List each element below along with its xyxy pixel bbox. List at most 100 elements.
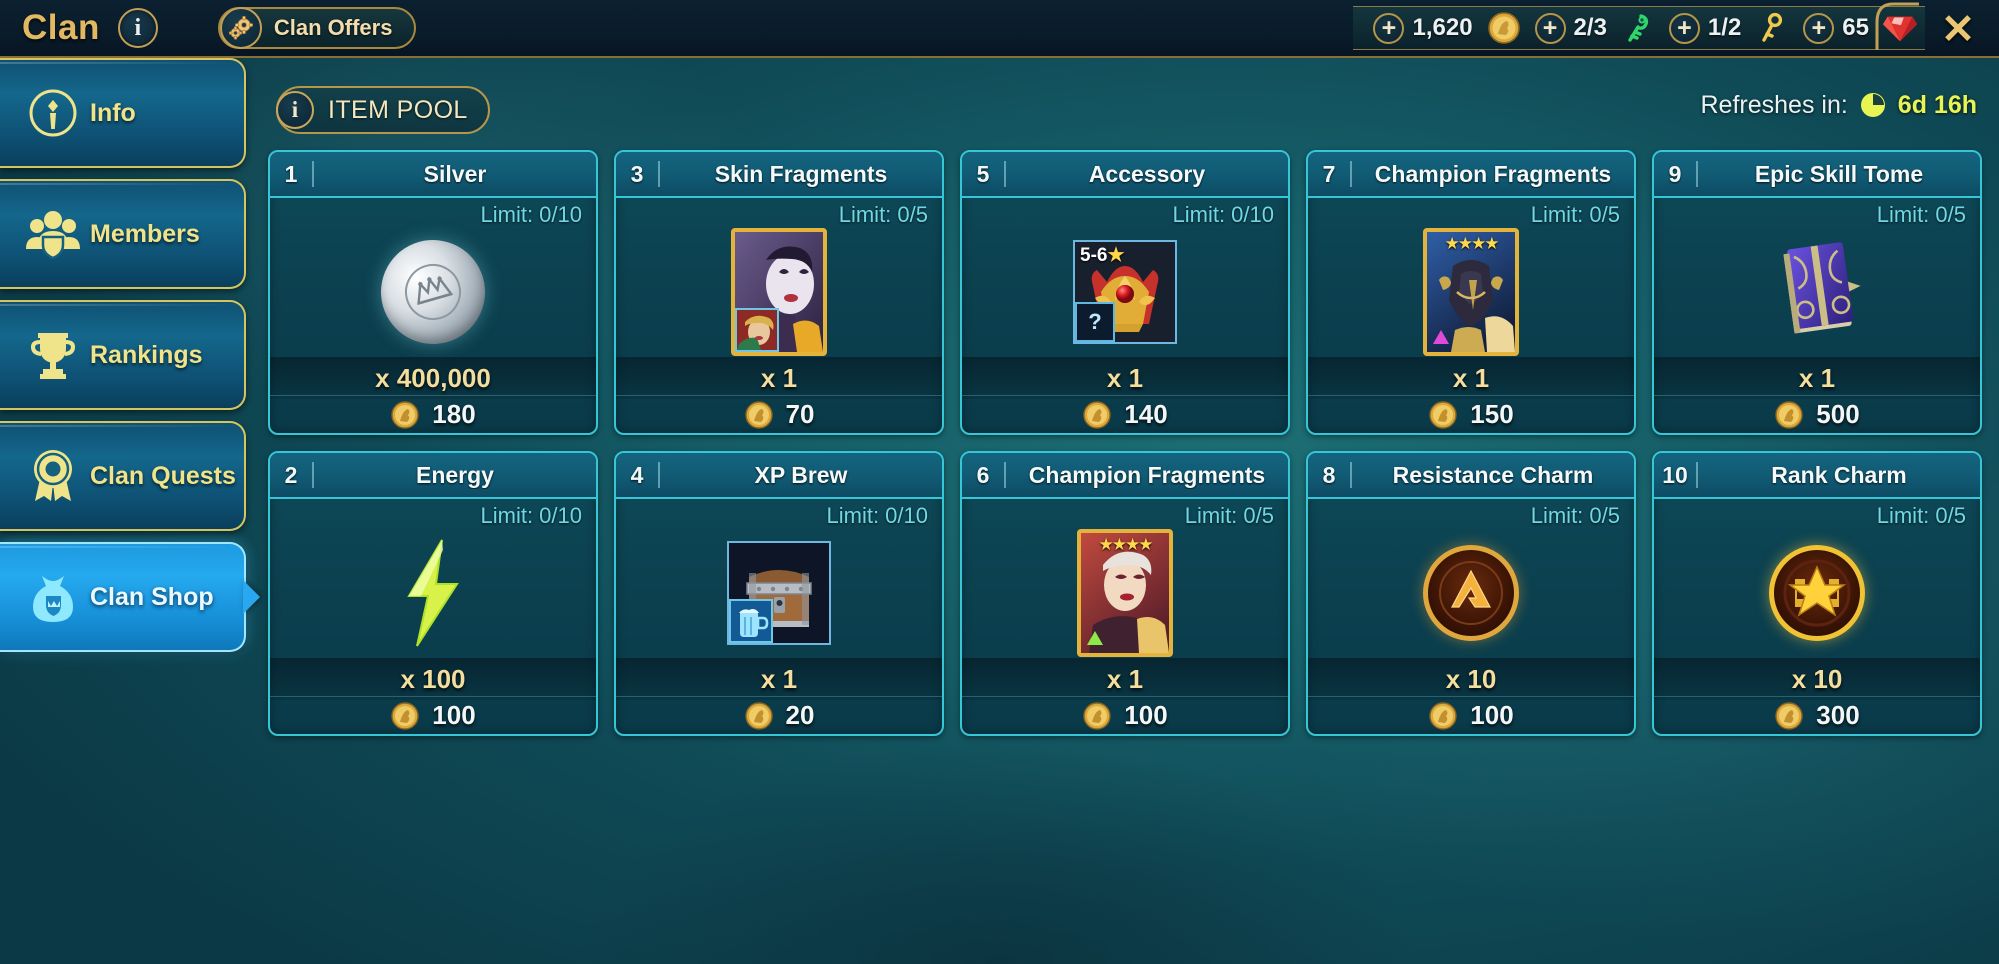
- card-art: 5-6★ ?: [962, 228, 1288, 356]
- card-limit: Limit: 0/5: [1530, 202, 1620, 227]
- card-art: [616, 228, 942, 356]
- card-number: 9: [1668, 160, 1682, 187]
- card-title: Silver: [423, 160, 487, 187]
- currency-green-key[interactable]: + 2/3: [1529, 6, 1663, 50]
- currency-bar: + 1,620 + 2/3 + 1/2 + 65: [1353, 6, 1925, 50]
- card-number: 2: [284, 461, 298, 488]
- brew-mug-badge: [729, 599, 773, 643]
- price-value: 150: [1470, 399, 1514, 429]
- card-limit: Limit: 0/5: [1876, 503, 1966, 528]
- rank-charm-icon: [1769, 545, 1865, 641]
- clan-coin-icon: [1429, 400, 1457, 429]
- close-icon: ✕: [1940, 5, 1976, 52]
- refresh-timer: Refreshes in: 6d 16h: [1701, 90, 1978, 120]
- price-value: 100: [1124, 700, 1168, 730]
- card-number: 4: [630, 461, 644, 488]
- shop-item-card[interactable]: 5 Accessory Limit: 0/10 5-6★ ? x 1 140: [960, 150, 1290, 435]
- currency-value: 2/3: [1573, 14, 1607, 41]
- card-quantity: x 10: [1654, 658, 1980, 700]
- currency-value: 1,620: [1412, 14, 1473, 41]
- resistance-charm-icon: [1423, 545, 1519, 641]
- card-header: 8 Resistance Charm: [1308, 453, 1634, 499]
- shop-item-card[interactable]: 8 Resistance Charm Limit: 0/5 x 10 100: [1306, 451, 1636, 736]
- gear-icon: [219, 7, 262, 49]
- plus-icon[interactable]: +: [1803, 12, 1835, 44]
- shop-item-card[interactable]: 3 Skin Fragments Limit: 0/5 x 1 70: [614, 150, 944, 435]
- close-button[interactable]: ✕: [1931, 4, 1985, 54]
- card-price: 180: [270, 395, 596, 433]
- card-quantity: x 100: [270, 658, 596, 700]
- shop-item-card[interactable]: 6 Champion Fragments Limit: 0/5 ★★★★ x 1…: [960, 451, 1290, 736]
- shop-item-card[interactable]: 10 Rank Charm Limit: 0/5 x 10 300: [1652, 451, 1982, 736]
- card-price: 500: [1654, 395, 1980, 433]
- shop-item-card[interactable]: 7 Champion Fragments Limit: 0/5 ★★★★ x 1…: [1306, 150, 1636, 435]
- main-content: i ITEM POOL Refreshes in: 6d 16h 1 Silve…: [246, 58, 1999, 964]
- card-limit: Limit: 0/5: [1184, 503, 1274, 528]
- clan-info-icon[interactable]: i: [117, 8, 158, 48]
- card-quantity: x 1: [962, 658, 1288, 700]
- card-price: 100: [270, 696, 596, 734]
- card-art: [616, 529, 942, 657]
- active-pointer: [243, 580, 260, 614]
- currency-clan-coin[interactable]: + 1,620: [1367, 6, 1528, 50]
- plus-icon[interactable]: +: [1534, 12, 1566, 44]
- xp-brew-chest-icon: [727, 541, 831, 645]
- sidebar-item-info[interactable]: Info: [0, 58, 246, 168]
- epic-tome-icon: [1783, 242, 1861, 334]
- card-limit: Limit: 0/5: [838, 202, 928, 227]
- clan-coin-icon: [1429, 701, 1457, 730]
- card-limit: Limit: 0/10: [480, 503, 583, 528]
- card-quantity: x 1: [616, 357, 942, 399]
- price-value: 20: [785, 700, 815, 730]
- card-quantity: x 1: [1308, 357, 1634, 399]
- sidebar: Info Members Rankings Clan Quests Clan S…: [0, 58, 260, 964]
- clan-coin-icon: [391, 400, 419, 429]
- accessory-crown-icon: 5-6★ ?: [1073, 240, 1177, 344]
- top-bar: Clan i Clan Offers + 1,620 + 2/3 + 1/2 +…: [0, 0, 1999, 58]
- plus-icon[interactable]: +: [1668, 12, 1700, 44]
- item-pool-button[interactable]: i ITEM POOL: [276, 86, 490, 134]
- card-price: 100: [962, 696, 1288, 734]
- sidebar-item-clan-quests[interactable]: Clan Quests: [0, 421, 246, 531]
- card-header: 4 XP Brew: [616, 453, 942, 499]
- plus-icon[interactable]: +: [1373, 12, 1405, 44]
- card-art: [1654, 529, 1980, 657]
- clan-coin-icon: [744, 400, 773, 429]
- shop-item-card[interactable]: 1 Silver Limit: 0/10 x 400,000 180: [268, 150, 598, 435]
- clan-offers-button[interactable]: Clan Offers: [217, 7, 417, 49]
- accessory-rarity-label: 5-6★: [1080, 245, 1125, 266]
- card-art: [1308, 529, 1634, 657]
- card-number: 8: [1322, 461, 1336, 488]
- trophy-icon: [16, 327, 90, 383]
- clan-coin-icon: [1775, 701, 1803, 730]
- rarity-stars: ★★★★: [1444, 234, 1500, 253]
- card-title: Rank Charm: [1771, 461, 1907, 488]
- card-limit: Limit: 0/10: [826, 503, 929, 528]
- price-value: 300: [1816, 700, 1860, 730]
- card-price: 100: [1308, 696, 1634, 734]
- sidebar-item-members[interactable]: Members: [0, 179, 246, 289]
- champion-portrait-blue: ★★★★: [1423, 228, 1519, 356]
- card-number: 5: [976, 160, 990, 187]
- card-limit: Limit: 0/5: [1876, 202, 1966, 227]
- currency-gold-key[interactable]: + 1/2: [1663, 6, 1797, 50]
- card-title: XP Brew: [754, 461, 848, 488]
- card-number: 3: [630, 160, 644, 187]
- clan-offers-label: Clan Offers: [273, 15, 393, 40]
- card-header: 5 Accessory: [962, 152, 1288, 198]
- card-art: ★★★★: [1308, 228, 1634, 356]
- shop-item-card[interactable]: 9 Epic Skill Tome Limit: 0/5 x 1 500: [1652, 150, 1982, 435]
- currency-gems[interactable]: + 65: [1797, 6, 1925, 50]
- price-value: 140: [1124, 399, 1168, 429]
- shop-item-card[interactable]: 4 XP Brew Limit: 0/10 x 1 20: [614, 451, 944, 736]
- card-quantity: x 400,000: [270, 357, 596, 399]
- shop-item-card[interactable]: 2 Energy Limit: 0/10 x 100 100: [268, 451, 598, 736]
- skin-fragment-icon: [731, 228, 827, 356]
- card-art: ★★★★: [962, 529, 1288, 657]
- info-circle-icon: [16, 85, 90, 141]
- sidebar-item-clan-shop[interactable]: Clan Shop: [0, 542, 260, 652]
- card-number: 10: [1662, 461, 1688, 488]
- sidebar-item-rankings[interactable]: Rankings: [0, 300, 246, 410]
- price-value: 100: [1470, 700, 1514, 730]
- refresh-label: Refreshes in:: [1700, 90, 1848, 119]
